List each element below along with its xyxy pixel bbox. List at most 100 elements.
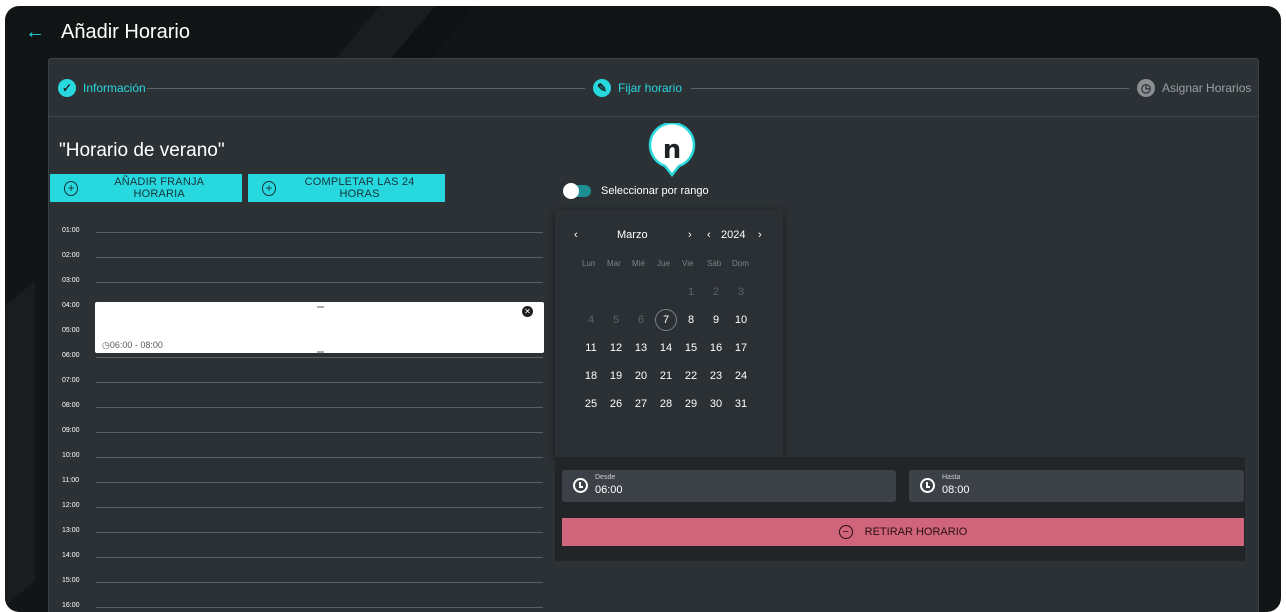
check-icon: ✓ <box>58 79 76 97</box>
hour-line <box>96 382 543 383</box>
hour-line <box>96 457 543 458</box>
calendar-day[interactable]: 13 <box>630 337 652 359</box>
arrow-left-icon[interactable]: ← <box>25 22 47 42</box>
schedule-title: "Horario de verano" <box>59 140 225 161</box>
prev-month-button[interactable]: ‹ <box>574 229 578 241</box>
calendar-day[interactable]: 25 <box>580 393 602 415</box>
calendar-day[interactable]: 9 <box>705 309 727 331</box>
calendar-day: 6 <box>637 314 645 326</box>
calendar-day[interactable]: 29 <box>680 393 702 415</box>
from-value: 06:00 <box>595 484 623 496</box>
step-informacion[interactable]: ✓ Información <box>58 79 146 97</box>
hour-line <box>96 557 543 558</box>
hour-line <box>96 607 543 608</box>
hour-label: 09:00 <box>62 427 80 434</box>
calendar-day[interactable]: 21 <box>655 365 677 387</box>
from-time-field[interactable]: Desde 06:00 <box>562 470 896 502</box>
hour-line <box>96 407 543 408</box>
calendar-day: 4 <box>587 314 595 326</box>
calendar-day: 3 <box>737 286 745 298</box>
time-slot-block[interactable]: ✕ ◷06:00 - 08:00 <box>95 302 544 353</box>
slot-editor: Desde 06:00 Hasta 08:00 − RETIRAR HORARI… <box>555 457 1245 561</box>
calendar-day[interactable]: 10 <box>730 309 752 331</box>
button-label: COMPLETAR LAS 24 HORAS <box>304 176 415 200</box>
calendar-day[interactable]: 17 <box>730 337 752 359</box>
step-label: Fijar horario <box>618 81 683 95</box>
hour-label: 15:00 <box>62 577 80 584</box>
complete-24h-button[interactable]: + COMPLETAR LAS 24 HORAS <box>248 174 445 202</box>
calendar: ‹ Marzo › ‹ 2024 › Lun Mar Mié Jue Vie Sáb Dom… <box>555 210 783 460</box>
calendar-day[interactable]: 11 <box>580 337 602 359</box>
hour-label: 04:00 <box>62 302 80 309</box>
hour-row: 13:00 <box>49 527 549 539</box>
hour-line <box>96 357 543 358</box>
calendar-day[interactable]: 24 <box>730 365 752 387</box>
calendar-day[interactable]: 31 <box>730 393 752 415</box>
next-year-button[interactable]: › <box>758 229 762 241</box>
calendar-day[interactable]: 16 <box>705 337 727 359</box>
calendar-day[interactable]: 30 <box>705 393 727 415</box>
next-month-button[interactable]: › <box>688 229 692 241</box>
hour-line <box>96 432 543 433</box>
hour-label: 13:00 <box>62 527 80 534</box>
step-label: Asignar Horarios <box>1162 81 1252 95</box>
resize-handle-bottom[interactable] <box>317 351 324 353</box>
calendar-day[interactable]: 14 <box>655 337 677 359</box>
hour-row: 14:00 <box>49 552 549 564</box>
app-window: ← Añadir Horario ✓ Información ✎ Fijar h… <box>5 6 1281 612</box>
resize-handle-top[interactable] <box>317 306 324 308</box>
calendar-day[interactable]: 23 <box>705 365 727 387</box>
hour-row: 03:00 <box>49 277 549 289</box>
marker-letter: n <box>663 135 682 165</box>
calendar-day[interactable]: 28 <box>655 393 677 415</box>
clock-icon <box>920 478 935 493</box>
to-label: Hasta <box>942 474 961 481</box>
hour-line <box>96 532 543 533</box>
hour-label: 05:00 <box>62 327 80 334</box>
hour-line <box>96 257 543 258</box>
hour-line <box>96 582 543 583</box>
calendar-day[interactable]: 18 <box>580 365 602 387</box>
slot-time-range: ◷06:00 - 08:00 <box>102 340 163 350</box>
calendar-day[interactable]: 7 <box>655 309 677 331</box>
hour-label: 01:00 <box>62 227 80 234</box>
calendar-month[interactable]: Marzo <box>617 229 648 241</box>
calendar-day[interactable]: 26 <box>605 393 627 415</box>
from-label: Desde <box>595 474 616 481</box>
calendar-day[interactable]: 8 <box>680 309 702 331</box>
step-connector <box>147 88 585 89</box>
calendar-day[interactable]: 27 <box>630 393 652 415</box>
hour-row: 12:00 <box>49 502 549 514</box>
calendar-year[interactable]: 2024 <box>721 229 745 241</box>
button-label: AÑADIR FRANJA HORARIA <box>114 176 205 200</box>
calendar-day[interactable]: 20 <box>630 365 652 387</box>
hour-label: 10:00 <box>62 452 80 459</box>
step-label: Información <box>83 81 146 95</box>
top-bar: ← Añadir Horario <box>5 6 1281 58</box>
close-icon[interactable]: ✕ <box>522 306 533 317</box>
calendar-day[interactable]: 12 <box>605 337 627 359</box>
calendar-day[interactable]: 19 <box>605 365 627 387</box>
calendar-day[interactable]: 22 <box>680 365 702 387</box>
clock-icon: ◷ <box>1137 79 1155 97</box>
hour-row: 02:00 <box>49 252 549 264</box>
calendar-day[interactable]: 15 <box>680 337 702 359</box>
hour-label: 02:00 <box>62 252 80 259</box>
hour-row: 08:00 <box>49 402 549 414</box>
plus-circle-icon: + <box>64 180 79 196</box>
step-fijar-horario[interactable]: ✎ Fijar horario <box>593 79 682 97</box>
hour-row: 06:00 <box>49 352 549 364</box>
hour-label: 12:00 <box>62 502 80 509</box>
to-time-field[interactable]: Hasta 08:00 <box>909 470 1244 502</box>
pencil-icon: ✎ <box>593 79 611 97</box>
prev-year-button[interactable]: ‹ <box>707 229 711 241</box>
add-time-slot-button[interactable]: + AÑADIR FRANJA HORARIA <box>50 174 242 202</box>
remove-schedule-button[interactable]: − RETIRAR HORARIO <box>562 518 1244 546</box>
calendar-header: ‹ Marzo › ‹ 2024 › <box>555 229 783 245</box>
range-toggle[interactable] <box>563 183 591 199</box>
calendar-day: 5 <box>612 314 620 326</box>
range-toggle-row: Seleccionar por rango <box>563 183 709 199</box>
step-asignar-horarios[interactable]: ◷ Asignar Horarios <box>1137 79 1251 97</box>
minus-circle-icon: − <box>838 525 853 539</box>
weekday-label: Vie <box>682 259 694 268</box>
